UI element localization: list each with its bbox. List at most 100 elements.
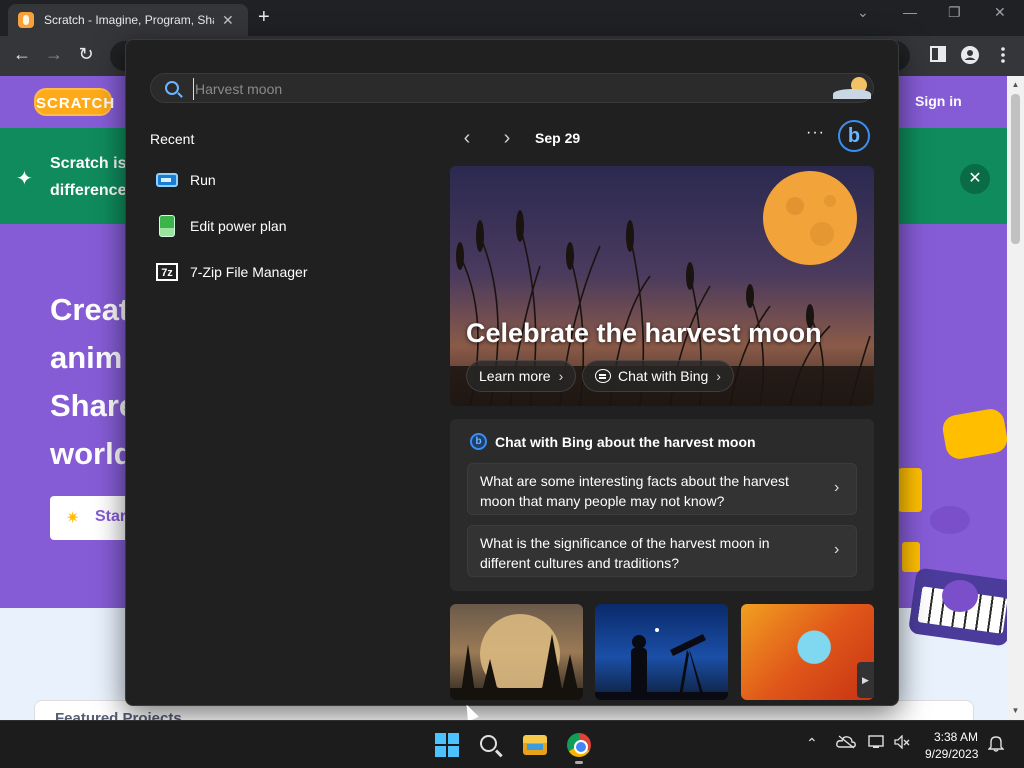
start-tile [435, 746, 446, 757]
search-box[interactable] [150, 73, 874, 103]
back-button[interactable]: ← [10, 44, 34, 65]
telescope-thumbnail[interactable] [595, 604, 728, 700]
windows-taskbar: ⌃ 3:38 AM 9/29/2023 [0, 720, 1024, 768]
hero-line-4: world [50, 436, 133, 471]
decorative-blob [930, 506, 970, 534]
side-panel-icon[interactable] [926, 46, 950, 67]
file-explorer-icon[interactable] [523, 735, 547, 755]
hero-line-3: Share [50, 388, 137, 423]
browser-menu-icon[interactable] [991, 46, 1015, 69]
next-day-button[interactable]: › [497, 127, 517, 150]
forward-button[interactable]: → [42, 44, 66, 65]
browser-tabstrip: Scratch - Imagine, Program, Share ✕ + ⌄ … [0, 0, 1024, 36]
window-restore-button[interactable]: ❐ [948, 4, 961, 21]
chrome-icon[interactable] [567, 733, 591, 757]
chat-with-bing-label: Chat with Bing [618, 368, 709, 384]
taskbar-clock-time[interactable]: 3:38 AM [934, 730, 978, 744]
bing-chat-card: b Chat with Bing about the harvest moon … [450, 419, 874, 591]
7zip-icon: 7z [156, 263, 178, 281]
profile-avatar-icon[interactable] [958, 46, 982, 69]
chat-bubble-icon [595, 369, 611, 383]
battery-icon [159, 215, 175, 237]
sign-in-link[interactable]: Sign in [915, 93, 962, 109]
window-close-button[interactable]: ✕ [994, 4, 1006, 21]
star-icon: ✷ [66, 510, 80, 527]
search-input[interactable] [193, 78, 793, 100]
windows-search-flyout: Recent Run Edit power plan 7z 7-Zip File… [125, 39, 899, 706]
chat-suggestion-1[interactable]: What are some interesting facts about th… [467, 463, 857, 515]
chevron-right-icon: › [558, 368, 564, 384]
windows-start-icon[interactable] [435, 733, 459, 757]
moon-trees-image [450, 614, 583, 700]
more-options-icon[interactable]: ··· [806, 124, 825, 142]
autumn-leaves-thumbnail[interactable] [741, 604, 874, 700]
featured-projects-label: Featured Projects [55, 710, 182, 720]
previous-day-button[interactable]: ‹ [457, 127, 477, 150]
notifications-bell-icon[interactable] [987, 734, 1005, 755]
running-indicator [575, 761, 583, 764]
chat-with-bing-button[interactable]: Chat with Bing › [582, 360, 734, 392]
window-minimize-button[interactable]: — [903, 4, 917, 20]
chat-suggestion-2[interactable]: What is the significance of the harvest … [467, 525, 857, 577]
decorative-block-shape [902, 542, 920, 572]
scroll-thumb[interactable] [1011, 94, 1020, 244]
show-hidden-icons-icon[interactable]: ⌃ [806, 735, 818, 752]
reload-button[interactable]: ↻ [74, 44, 98, 65]
recent-item-label: 7-Zip File Manager [190, 264, 308, 280]
suggestion-text: What is the significance of the harvest … [480, 535, 770, 571]
recent-item-label: Edit power plan [190, 218, 287, 234]
recent-item-7zip[interactable]: 7z 7-Zip File Manager [156, 254, 416, 290]
hero-line-1: Creat [50, 292, 130, 327]
run-icon [156, 173, 178, 187]
telescope-image [595, 628, 728, 700]
onedrive-icon[interactable] [836, 735, 856, 752]
banner-text: Scratch is difference [50, 150, 130, 204]
sparkle-icon: ✦ [16, 168, 33, 190]
learn-more-label: Learn more [479, 368, 551, 384]
start-tile [448, 746, 459, 757]
start-tile [448, 733, 459, 744]
new-tab-button[interactable]: + [258, 6, 270, 29]
start-button-label: Star [95, 508, 127, 525]
banner-close-button[interactable]: ✕ [960, 164, 990, 194]
moon-trees-thumbnail[interactable] [450, 604, 583, 700]
chevron-right-icon: › [716, 368, 721, 384]
chevron-right-icon: › [834, 541, 840, 558]
highlight-date: Sep 29 [535, 130, 581, 146]
bing-icon[interactable]: b [838, 120, 870, 152]
bing-chat-icon: b [470, 433, 487, 450]
tab-close-icon[interactable]: ✕ [222, 12, 234, 29]
recent-heading: Recent [150, 131, 195, 147]
browser-tab-scratch[interactable]: Scratch - Imagine, Program, Share ✕ [8, 4, 248, 36]
scroll-up-icon[interactable]: ▲ [1007, 80, 1024, 89]
harvest-moon-hero-card[interactable]: Celebrate the harvest moon Learn more › … [450, 166, 874, 406]
hill-icon [833, 89, 871, 99]
recent-item-run[interactable]: Run [156, 162, 416, 198]
search-highlight-icon[interactable] [831, 77, 875, 101]
recent-item-label: Run [190, 172, 216, 188]
banner-line-1: Scratch is [50, 155, 127, 172]
start-tile [435, 733, 446, 744]
search-icon [165, 81, 179, 95]
network-icon[interactable] [868, 735, 886, 752]
suggestion-text: What are some interesting facts about th… [480, 473, 789, 509]
tab-title: Scratch - Imagine, Program, Share [44, 13, 214, 27]
hero-title: Celebrate the harvest moon [466, 318, 822, 348]
decorative-block-shape [940, 406, 1007, 462]
taskbar-search-icon[interactable] [480, 735, 497, 752]
volume-muted-icon[interactable] [894, 734, 910, 752]
hero-line-2: anim [50, 340, 123, 375]
banner-line-2: difference [50, 182, 127, 199]
decorative-block-shape [898, 468, 922, 512]
tab-search-icon[interactable]: ⌄ [857, 4, 869, 21]
chat-card-title: Chat with Bing about the harvest moon [495, 434, 756, 450]
scroll-down-icon[interactable]: ▼ [1007, 706, 1024, 715]
thumbnails-next-icon[interactable]: ▶ [857, 662, 874, 698]
recent-item-edit-power-plan[interactable]: Edit power plan [156, 208, 416, 244]
chevron-right-icon: › [834, 479, 840, 496]
decorative-blob [942, 580, 978, 612]
scratch-logo[interactable]: SCRATCH [34, 88, 114, 116]
taskbar-clock-date[interactable]: 9/29/2023 [925, 747, 978, 761]
page-scrollbar[interactable]: ▲ ▼ [1007, 76, 1024, 720]
learn-more-button[interactable]: Learn more › [466, 360, 577, 392]
